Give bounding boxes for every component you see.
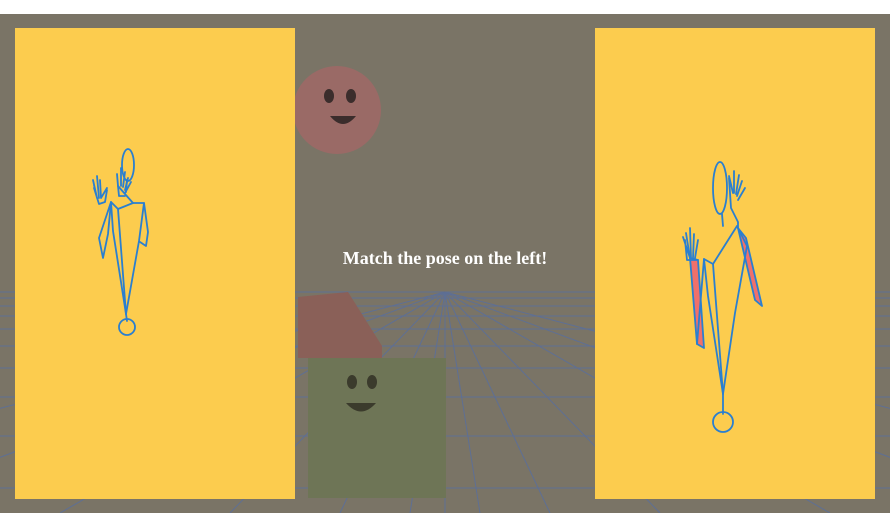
- stick-figure-player-icon: [682, 161, 763, 433]
- target-pose-panel: [15, 28, 295, 499]
- mismatch-right-arm: [737, 227, 763, 307]
- instruction-text: Match the pose on the left!: [342, 248, 548, 268]
- pink-smiley-character: [293, 66, 381, 154]
- green-smiley-character: [308, 358, 446, 498]
- smiley-cube-icon: [308, 358, 446, 498]
- player-pose-panel: [595, 28, 875, 499]
- stick-figure-target-icon: [92, 148, 149, 336]
- game-stage: Match the pose on the left!: [0, 14, 890, 513]
- pink-cube: [298, 292, 382, 358]
- smiley-face-icon: [293, 66, 381, 154]
